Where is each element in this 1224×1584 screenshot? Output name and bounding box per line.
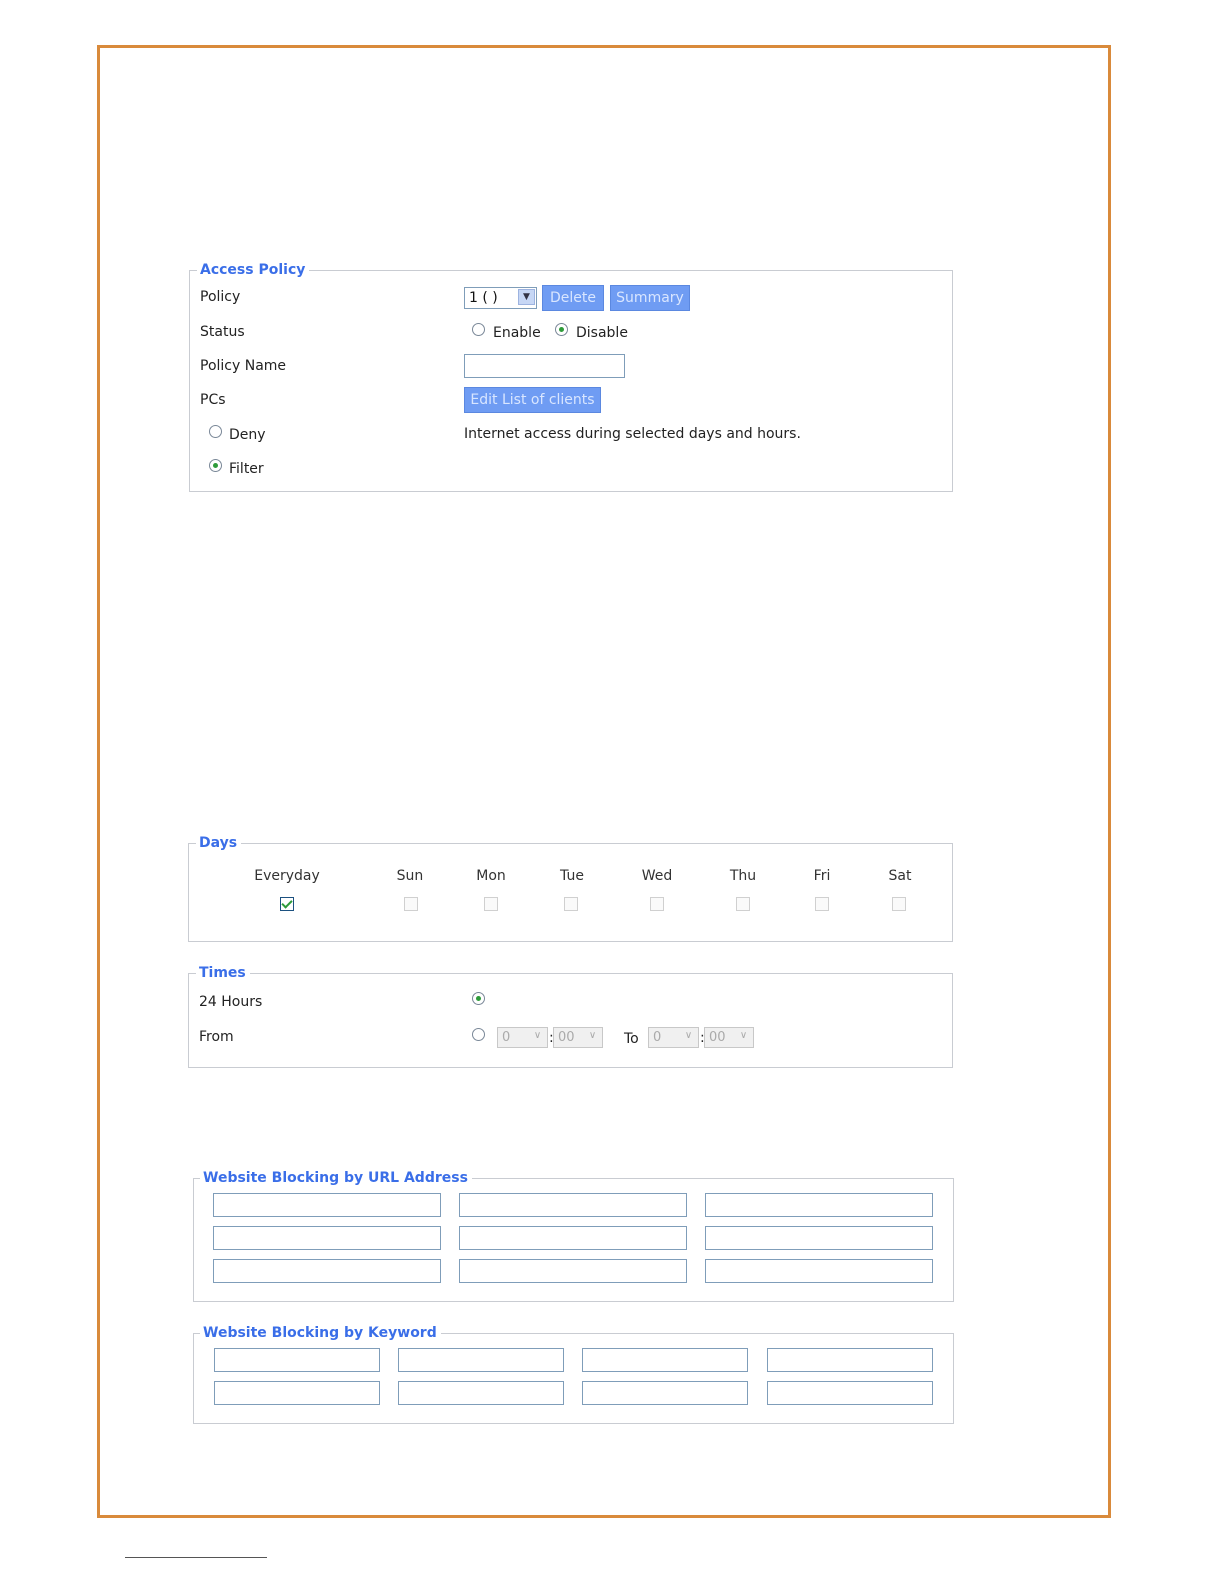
day-label-sun: Sun [396, 868, 424, 884]
filter-radio[interactable] [209, 459, 222, 472]
keyword-input-2[interactable] [398, 1348, 564, 1372]
to-hour-select[interactable]: 0 ∨ [648, 1027, 699, 1048]
from-label: From [199, 1029, 234, 1045]
url-input-2[interactable] [459, 1193, 687, 1217]
to-label: To [624, 1031, 639, 1047]
status-enable-radio[interactable] [472, 323, 485, 336]
day-label-fri: Fri [813, 868, 831, 884]
keyword-input-8[interactable] [767, 1381, 933, 1405]
pcs-label: PCs [200, 392, 226, 408]
from-minute-value: 00 [558, 1030, 575, 1045]
delete-button[interactable]: Delete [542, 285, 604, 311]
day-label-wed: Wed [641, 868, 673, 884]
day-label-thu: Thu [729, 868, 757, 884]
chevron-down-icon: ∨ [684, 1030, 693, 1041]
deny-radio[interactable] [209, 425, 222, 438]
tue-checkbox[interactable] [564, 897, 578, 911]
url-input-7[interactable] [213, 1259, 441, 1283]
mon-checkbox[interactable] [484, 897, 498, 911]
url-blocking-legend: Website Blocking by URL Address [200, 1169, 472, 1187]
url-input-8[interactable] [459, 1259, 687, 1283]
policy-name-label: Policy Name [200, 358, 287, 374]
chevron-down-icon: ∨ [739, 1030, 748, 1041]
times-legend: Times [196, 964, 250, 982]
url-input-1[interactable] [213, 1193, 441, 1217]
edit-clients-button[interactable]: Edit List of clients [464, 387, 601, 413]
url-input-6[interactable] [705, 1226, 933, 1250]
policy-select-value: 1 ( ) [469, 290, 498, 306]
status-disable-label: Disable [576, 325, 628, 341]
status-enable-label: Enable [493, 325, 541, 341]
everyday-checkbox[interactable] [280, 897, 294, 911]
thu-checkbox[interactable] [736, 897, 750, 911]
keyword-blocking-legend: Website Blocking by Keyword [200, 1324, 441, 1342]
url-input-4[interactable] [213, 1226, 441, 1250]
status-disable-radio[interactable] [555, 323, 568, 336]
policy-name-field[interactable] [464, 354, 625, 378]
chevron-down-icon: ∨ [588, 1030, 597, 1041]
day-label-mon: Mon [476, 868, 506, 884]
keyword-input-4[interactable] [767, 1348, 933, 1372]
footnote-rule [125, 1557, 267, 1558]
keyword-blocking-section: Website Blocking by Keyword [193, 1324, 954, 1424]
day-label-sat: Sat [888, 868, 912, 884]
url-input-3[interactable] [705, 1193, 933, 1217]
hours24-label: 24 Hours [199, 994, 263, 1010]
to-hour-value: 0 [653, 1030, 662, 1045]
to-minute-select[interactable]: 00 ∨ [704, 1027, 754, 1048]
keyword-input-1[interactable] [214, 1348, 380, 1372]
url-input-9[interactable] [705, 1259, 933, 1283]
chevron-down-icon: ▼ [518, 289, 535, 305]
to-minute-value: 00 [709, 1030, 726, 1045]
keyword-input-7[interactable] [582, 1381, 748, 1405]
filter-label: Filter [229, 461, 264, 477]
deny-label: Deny [229, 427, 266, 443]
day-label-tue: Tue [560, 868, 584, 884]
policy-select[interactable]: 1 ( ) ▼ [464, 287, 537, 309]
sat-checkbox[interactable] [892, 897, 906, 911]
url-input-5[interactable] [459, 1226, 687, 1250]
keyword-input-6[interactable] [398, 1381, 564, 1405]
access-note: Internet access during selected days and… [464, 426, 801, 442]
days-section: Days [188, 834, 953, 942]
policy-label: Policy [200, 289, 241, 305]
days-legend: Days [196, 834, 242, 852]
access-policy-legend: Access Policy [197, 261, 310, 279]
keyword-input-5[interactable] [214, 1381, 380, 1405]
chevron-down-icon: ∨ [533, 1030, 542, 1041]
hours24-radio[interactable] [472, 992, 485, 1005]
keyword-input-3[interactable] [582, 1348, 748, 1372]
sun-checkbox[interactable] [404, 897, 418, 911]
wed-checkbox[interactable] [650, 897, 664, 911]
from-hour-select[interactable]: 0 ∨ [497, 1027, 548, 1048]
fri-checkbox[interactable] [815, 897, 829, 911]
times-section: Times [188, 964, 953, 1068]
from-minute-select[interactable]: 00 ∨ [553, 1027, 603, 1048]
from-radio[interactable] [472, 1028, 485, 1041]
summary-button[interactable]: Summary [610, 285, 690, 311]
status-label: Status [200, 324, 245, 340]
from-hour-value: 0 [502, 1030, 511, 1045]
day-label-everyday: Everyday [254, 868, 320, 884]
